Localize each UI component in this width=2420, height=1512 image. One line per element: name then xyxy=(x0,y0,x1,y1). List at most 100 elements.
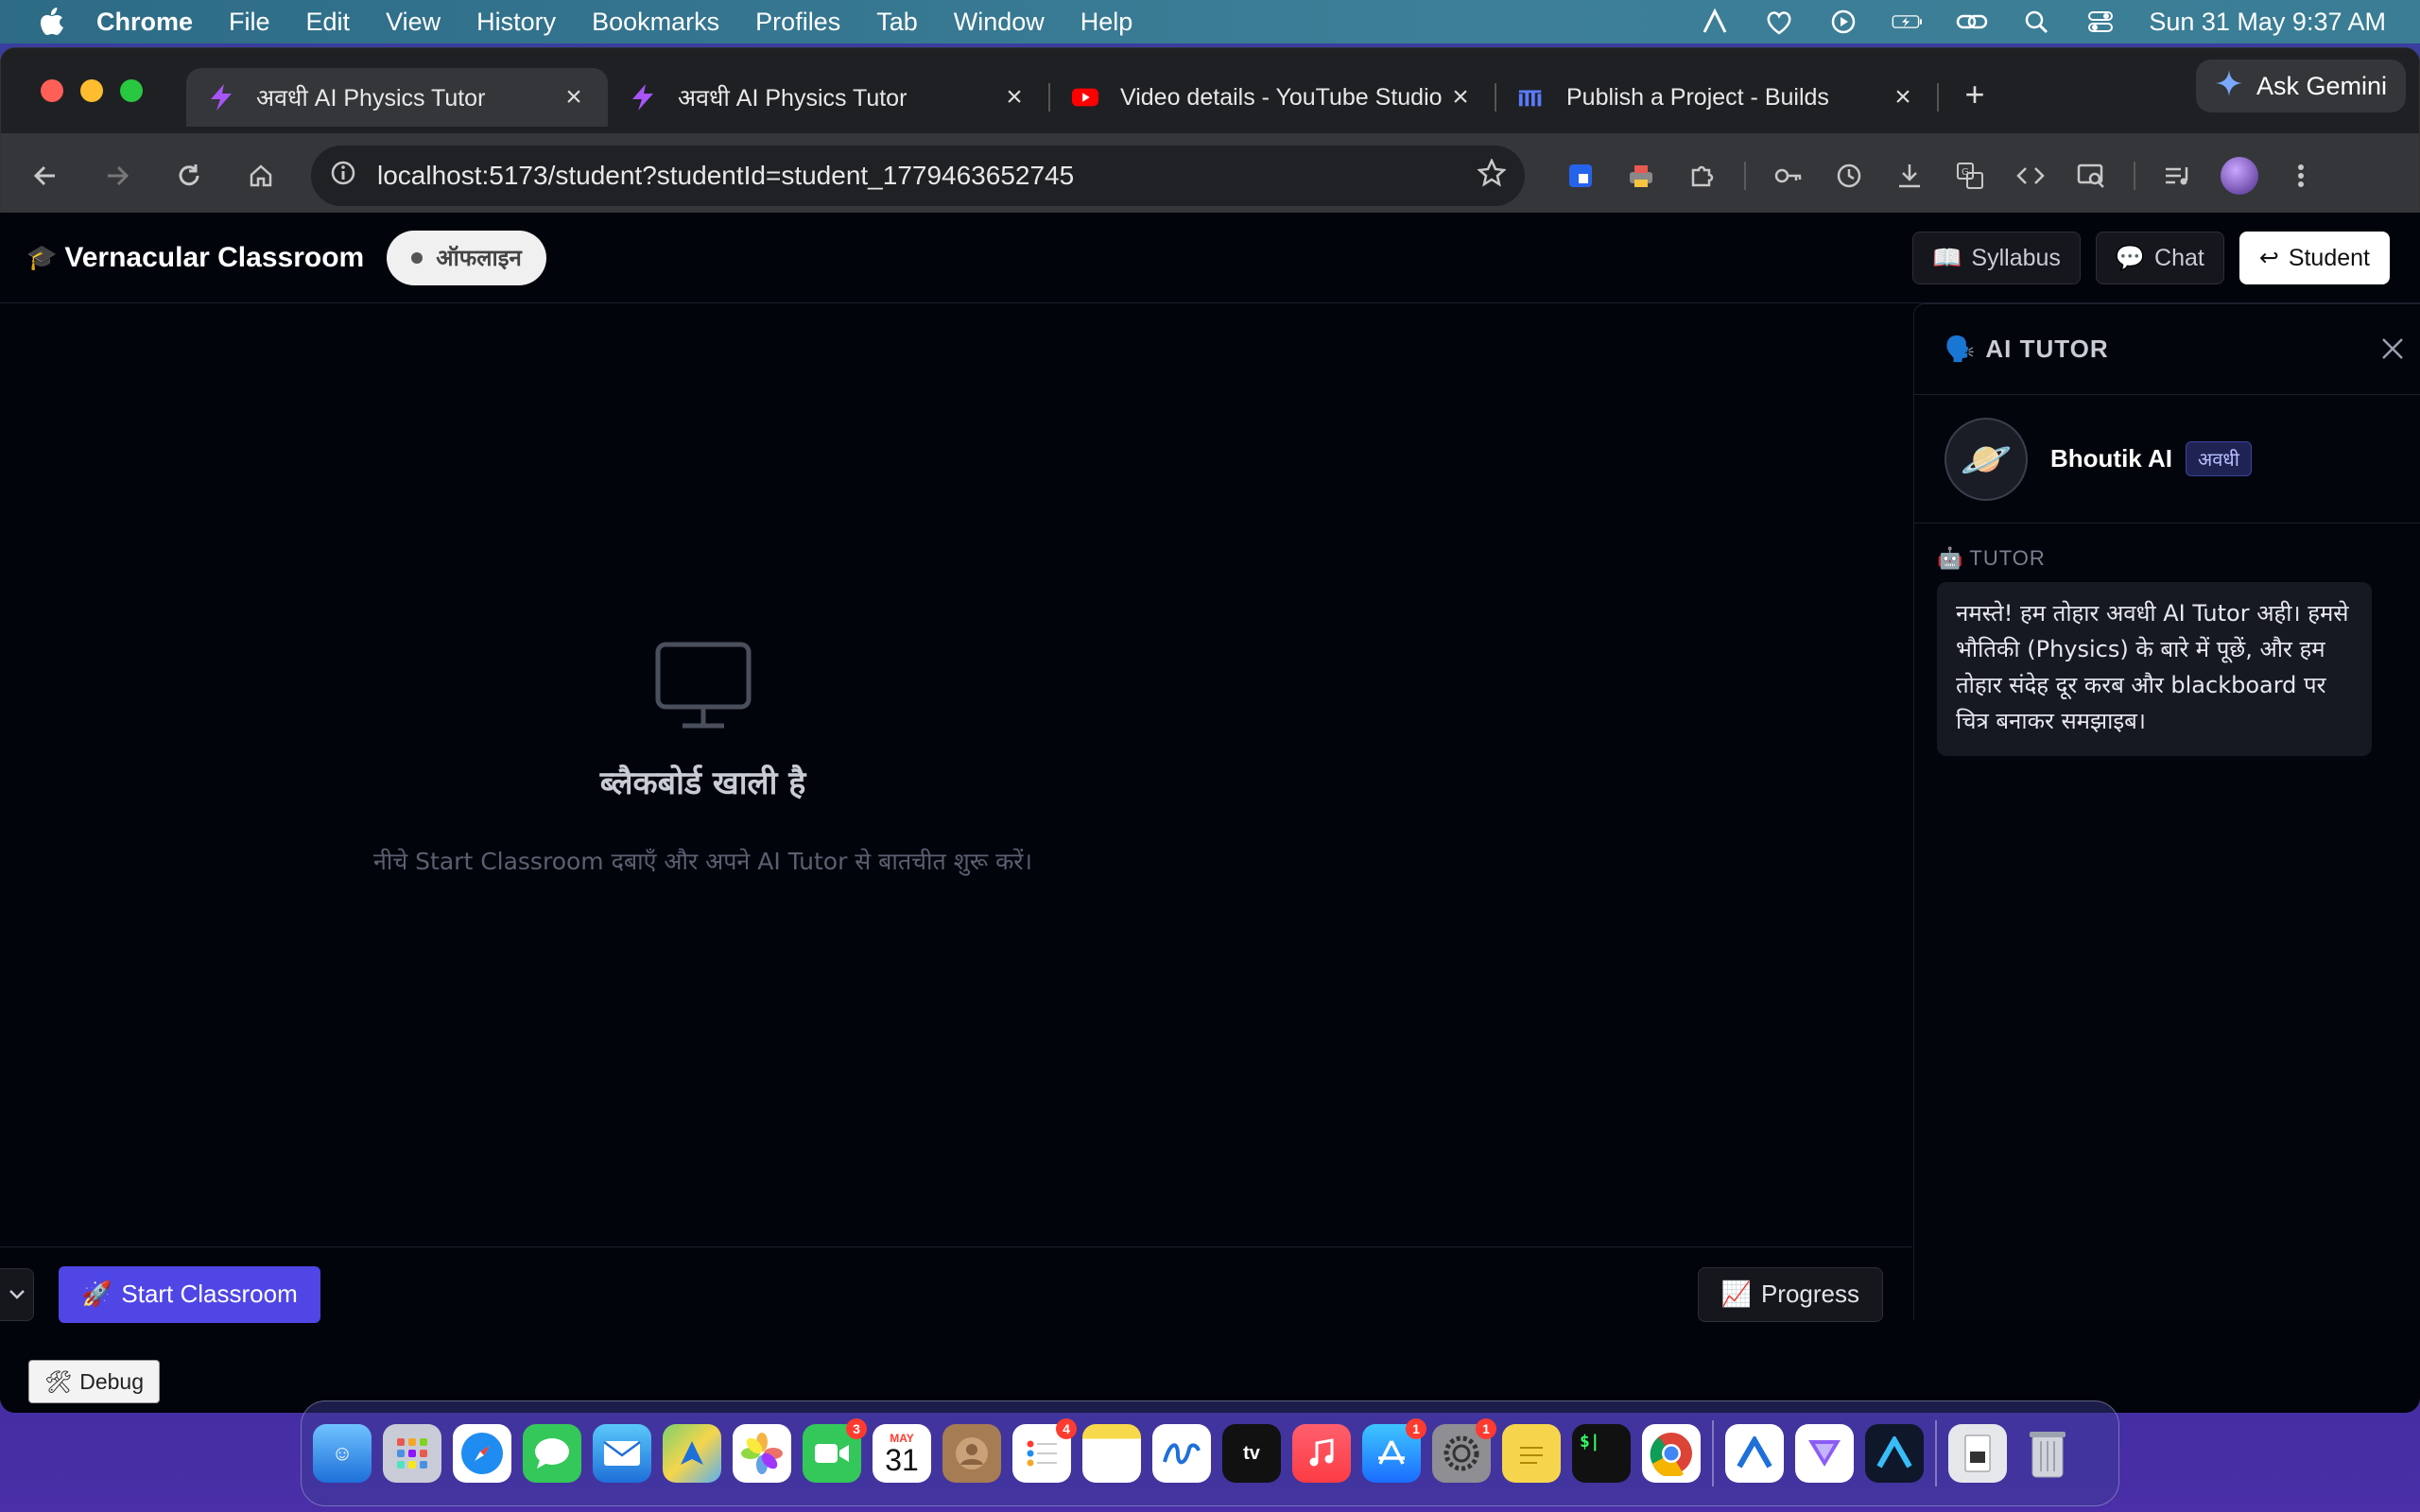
brand[interactable]: 🎓 Vernacular Classroom xyxy=(26,242,364,274)
history-icon[interactable] xyxy=(1831,158,1867,194)
freeform-icon[interactable] xyxy=(1152,1424,1211,1483)
proton-vpn-icon[interactable] xyxy=(1795,1424,1854,1483)
menu-file[interactable]: File xyxy=(229,8,270,37)
tab-awadhi-tutor-1[interactable]: अवधी AI Physics Tutor × xyxy=(186,68,608,127)
app-store-icon[interactable]: 1 xyxy=(1362,1418,1426,1483)
reload-icon[interactable] xyxy=(167,154,211,198)
settings-badge: 1 xyxy=(1476,1418,1496,1439)
rocket-icon: 🚀 xyxy=(81,1280,112,1308)
menu-view[interactable]: View xyxy=(386,8,441,37)
tab-title: Publish a Project - Builds xyxy=(1566,83,1829,111)
classroom-controls: 🚀 Start Classroom 📈 Progress xyxy=(0,1246,1911,1341)
photos-icon[interactable] xyxy=(733,1424,791,1483)
menu-profiles[interactable]: Profiles xyxy=(755,8,840,37)
tab-youtube-studio[interactable]: Video details - YouTube Studio × xyxy=(1050,68,1495,127)
ask-gemini-button[interactable]: Ask Gemini xyxy=(2195,60,2406,112)
chat-button[interactable]: 💬 Chat xyxy=(2095,232,2224,284)
media-queue-icon[interactable] xyxy=(2160,158,2196,194)
password-key-icon[interactable] xyxy=(1771,158,1806,194)
dock-separator xyxy=(1712,1420,1714,1486)
close-tab-icon[interactable]: × xyxy=(1447,81,1474,112)
messages-icon[interactable] xyxy=(523,1424,581,1483)
debug-button[interactable]: 🛠 Debug xyxy=(28,1360,160,1403)
menu-edit[interactable]: Edit xyxy=(306,8,351,37)
start-classroom-button[interactable]: 🚀 Start Classroom xyxy=(59,1265,320,1323)
printer-extension-icon[interactable] xyxy=(1623,158,1659,194)
link-icon[interactable] xyxy=(1956,9,1988,35)
tab-title: अवधी AI Physics Tutor xyxy=(256,85,486,112)
bookmark-star-icon[interactable] xyxy=(1477,157,1507,194)
url-text[interactable]: localhost:5173/student?studentId=student… xyxy=(377,161,1457,191)
svg-text:G: G xyxy=(1962,167,1969,178)
maps-icon[interactable] xyxy=(663,1424,721,1483)
play-circle-icon[interactable] xyxy=(1827,9,1859,35)
student-button[interactable]: ↩ Student xyxy=(2238,232,2390,284)
site-info-icon[interactable] xyxy=(330,160,356,193)
download-icon[interactable] xyxy=(1892,158,1927,194)
close-tab-icon[interactable]: × xyxy=(561,81,587,112)
contacts-icon[interactable] xyxy=(942,1424,1001,1483)
forward-arrow-icon[interactable] xyxy=(95,154,139,198)
ai-tutor-panel: 🗣️ AI TUTOR 🪐 Bhoutik AI अवधी 🤖 TUTOR नम… xyxy=(1913,303,2420,1320)
connection-status-text: ऑफलाइन xyxy=(436,245,522,271)
profile-avatar[interactable] xyxy=(2221,157,2258,195)
stickies-icon[interactable] xyxy=(1502,1424,1561,1483)
menu-help[interactable]: Help xyxy=(1080,8,1133,37)
menu-tab[interactable]: Tab xyxy=(876,8,918,37)
puzzle-extensions-icon[interactable] xyxy=(1684,158,1720,194)
calendar-icon[interactable]: MAY 31 xyxy=(873,1424,931,1483)
menu-bookmarks[interactable]: Bookmarks xyxy=(592,8,719,37)
system-settings-icon[interactable]: 1 xyxy=(1432,1418,1496,1483)
shield-extension-icon[interactable] xyxy=(1563,158,1599,194)
progress-button[interactable]: 📈 Progress xyxy=(1697,1266,1883,1322)
connection-status-badge: ऑफलाइन xyxy=(387,230,546,285)
mail-icon[interactable] xyxy=(593,1424,651,1483)
menu-history[interactable]: History xyxy=(476,8,556,37)
finder-icon[interactable]: ☺ xyxy=(313,1424,372,1483)
vectorizer-a-icon[interactable] xyxy=(1725,1424,1784,1483)
facetime-icon[interactable]: 3 xyxy=(803,1418,867,1483)
vector-a-icon[interactable] xyxy=(1699,9,1731,35)
menu-app-chrome[interactable]: Chrome xyxy=(96,8,193,37)
back-arrow-icon[interactable] xyxy=(24,154,67,198)
tab-awadhi-tutor-2[interactable]: अवधी AI Physics Tutor × xyxy=(608,68,1048,127)
battery-charging-icon[interactable] xyxy=(1892,9,1924,35)
tab-title: Video details - YouTube Studio xyxy=(1120,83,1443,111)
menubar-clock[interactable]: Sun 31 May 9:37 AM xyxy=(2149,8,2386,37)
tab-publish-project[interactable]: Publish a Project - Builds × xyxy=(1496,68,1937,127)
progress-label: Progress xyxy=(1760,1280,1859,1308)
zoom-window-button[interactable] xyxy=(120,79,143,102)
screen-search-icon[interactable] xyxy=(2073,158,2109,194)
translate-icon[interactable]: G xyxy=(1952,158,1988,194)
spotlight-search-icon[interactable] xyxy=(2020,9,2052,35)
heart-check-icon[interactable] xyxy=(1763,9,1795,35)
close-tab-icon[interactable]: × xyxy=(1001,81,1028,112)
music-icon[interactable] xyxy=(1292,1424,1351,1483)
control-center-icon[interactable] xyxy=(2084,9,2117,35)
vectorizer-dark-icon[interactable] xyxy=(1865,1424,1924,1483)
launchpad-icon[interactable] xyxy=(383,1424,441,1483)
code-brackets-icon[interactable] xyxy=(2013,158,2048,194)
collapse-chevron-button[interactable] xyxy=(0,1267,34,1321)
facetime-badge: 3 xyxy=(846,1418,867,1439)
documents-folder-icon[interactable] xyxy=(1948,1424,2007,1483)
close-tab-icon[interactable]: × xyxy=(1890,81,1916,112)
apple-tv-icon[interactable]: tv xyxy=(1222,1424,1281,1483)
chrome-menu-icon[interactable] xyxy=(2283,158,2319,194)
terminal-icon[interactable]: $| xyxy=(1572,1424,1631,1483)
new-tab-button[interactable]: + xyxy=(1956,75,1994,114)
close-window-button[interactable] xyxy=(41,79,63,102)
address-bar[interactable]: localhost:5173/student?studentId=student… xyxy=(311,146,1525,206)
notes-icon[interactable] xyxy=(1082,1424,1141,1483)
minimize-window-button[interactable] xyxy=(80,79,103,102)
safari-icon[interactable] xyxy=(453,1424,511,1483)
apple-icon[interactable] xyxy=(38,8,66,36)
syllabus-button[interactable]: 📖 Syllabus xyxy=(1912,232,2081,284)
reminders-icon[interactable]: 4 xyxy=(1012,1418,1077,1483)
trash-icon[interactable] xyxy=(2018,1424,2077,1483)
chrome-dock-icon[interactable] xyxy=(1642,1424,1701,1483)
home-icon[interactable] xyxy=(239,154,283,198)
close-panel-icon[interactable] xyxy=(2377,333,2409,365)
tab-title: अवधी AI Physics Tutor xyxy=(678,85,908,112)
menu-window[interactable]: Window xyxy=(954,8,1045,37)
